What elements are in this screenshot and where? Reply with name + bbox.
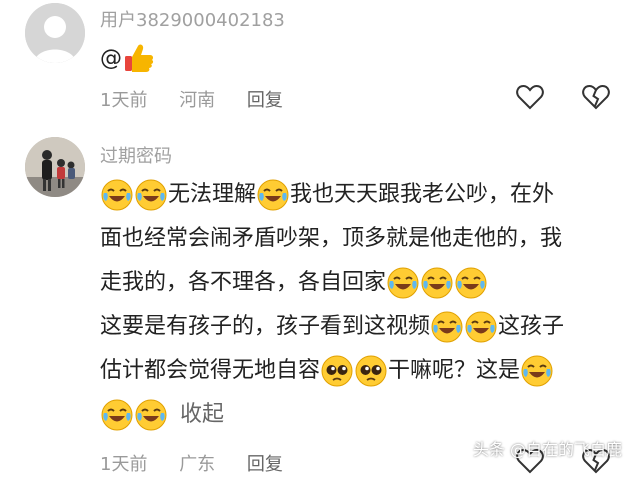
- laugh-cry-emoji-icon: [455, 267, 487, 299]
- dislike-button[interactable]: [581, 82, 611, 112]
- reply-button[interactable]: 回复: [247, 454, 283, 475]
- comment-time: 1天前: [100, 454, 148, 475]
- watermark: 头条 @自在的飞白鹿: [472, 440, 622, 459]
- comment-text: 这要是有孩子的，孩子看到这视频: [100, 314, 431, 339]
- laugh-cry-emoji-icon: [465, 311, 497, 343]
- laugh-cry-emoji-icon: [521, 355, 553, 387]
- laugh-cry-emoji-icon: [421, 267, 453, 299]
- comment-line-3: 走我的，各不理各，各自回家: [100, 261, 600, 305]
- pleading-face-emoji-icon: [355, 355, 387, 387]
- comment-text: 无法理解: [168, 182, 257, 207]
- comment-line-6: 收起: [100, 393, 600, 437]
- avatar-photo-image: [25, 137, 85, 197]
- pleading-face-emoji-icon: [321, 355, 353, 387]
- comment-location: 河南: [179, 90, 216, 111]
- comment-line-1: 无法理解 我也天天跟我老公吵，在外: [100, 173, 600, 217]
- like-button[interactable]: [515, 82, 545, 112]
- comment-text: 面也经常会闹矛盾吵架，顶多就是他走他的，我: [100, 226, 563, 251]
- comment-meta: 1天前 河南 回复: [100, 86, 309, 112]
- comment-time: 1天前: [100, 90, 148, 111]
- comment-line-2: 面也经常会闹矛盾吵架，顶多就是他走他的，我: [100, 217, 600, 261]
- laugh-cry-emoji-icon: [135, 399, 167, 431]
- comment-body: @: [100, 41, 156, 75]
- comment-body: 无法理解 我也天天跟我老公吵，在外 面也经常会闹矛盾吵架，顶多就是他走他的，我 …: [100, 173, 600, 437]
- comment-text: 这孩子: [498, 314, 565, 339]
- laugh-cry-emoji-icon: [135, 179, 167, 211]
- comment-username[interactable]: 用户3829000402183: [100, 6, 285, 32]
- mention-symbol: @: [100, 45, 122, 71]
- comment-text: 干嘛呢？这是: [388, 358, 521, 383]
- broken-heart-icon: [582, 84, 610, 110]
- thumbs-up-emoji-icon: [125, 44, 154, 72]
- comment-username[interactable]: 过期密码: [100, 142, 172, 168]
- user-avatar[interactable]: [25, 3, 85, 63]
- comment-line-4: 这要是有孩子的，孩子看到这视频 这孩子: [100, 305, 600, 349]
- comment-text: 估计都会觉得无地自容: [100, 358, 321, 383]
- default-avatar-icon: [25, 3, 85, 63]
- laugh-cry-emoji-icon: [387, 267, 419, 299]
- comment-location: 广东: [179, 454, 216, 475]
- laugh-cry-emoji-icon: [257, 179, 289, 211]
- laugh-cry-emoji-icon: [431, 311, 463, 343]
- collapse-button[interactable]: 收起: [180, 393, 224, 437]
- comment-text: 我也天天跟我老公吵，在外: [290, 182, 555, 207]
- laugh-cry-emoji-icon: [101, 399, 133, 431]
- reply-button[interactable]: 回复: [247, 90, 283, 111]
- comment-meta: 1天前 广东 回复: [100, 450, 309, 476]
- user-avatar-photo[interactable]: [25, 137, 85, 197]
- heart-icon: [516, 84, 544, 110]
- laugh-cry-emoji-icon: [101, 179, 133, 211]
- comment-line-5: 估计都会觉得无地自容 干嘛呢？这是: [100, 349, 600, 393]
- comment-text: 走我的，各不理各，各自回家: [100, 270, 387, 295]
